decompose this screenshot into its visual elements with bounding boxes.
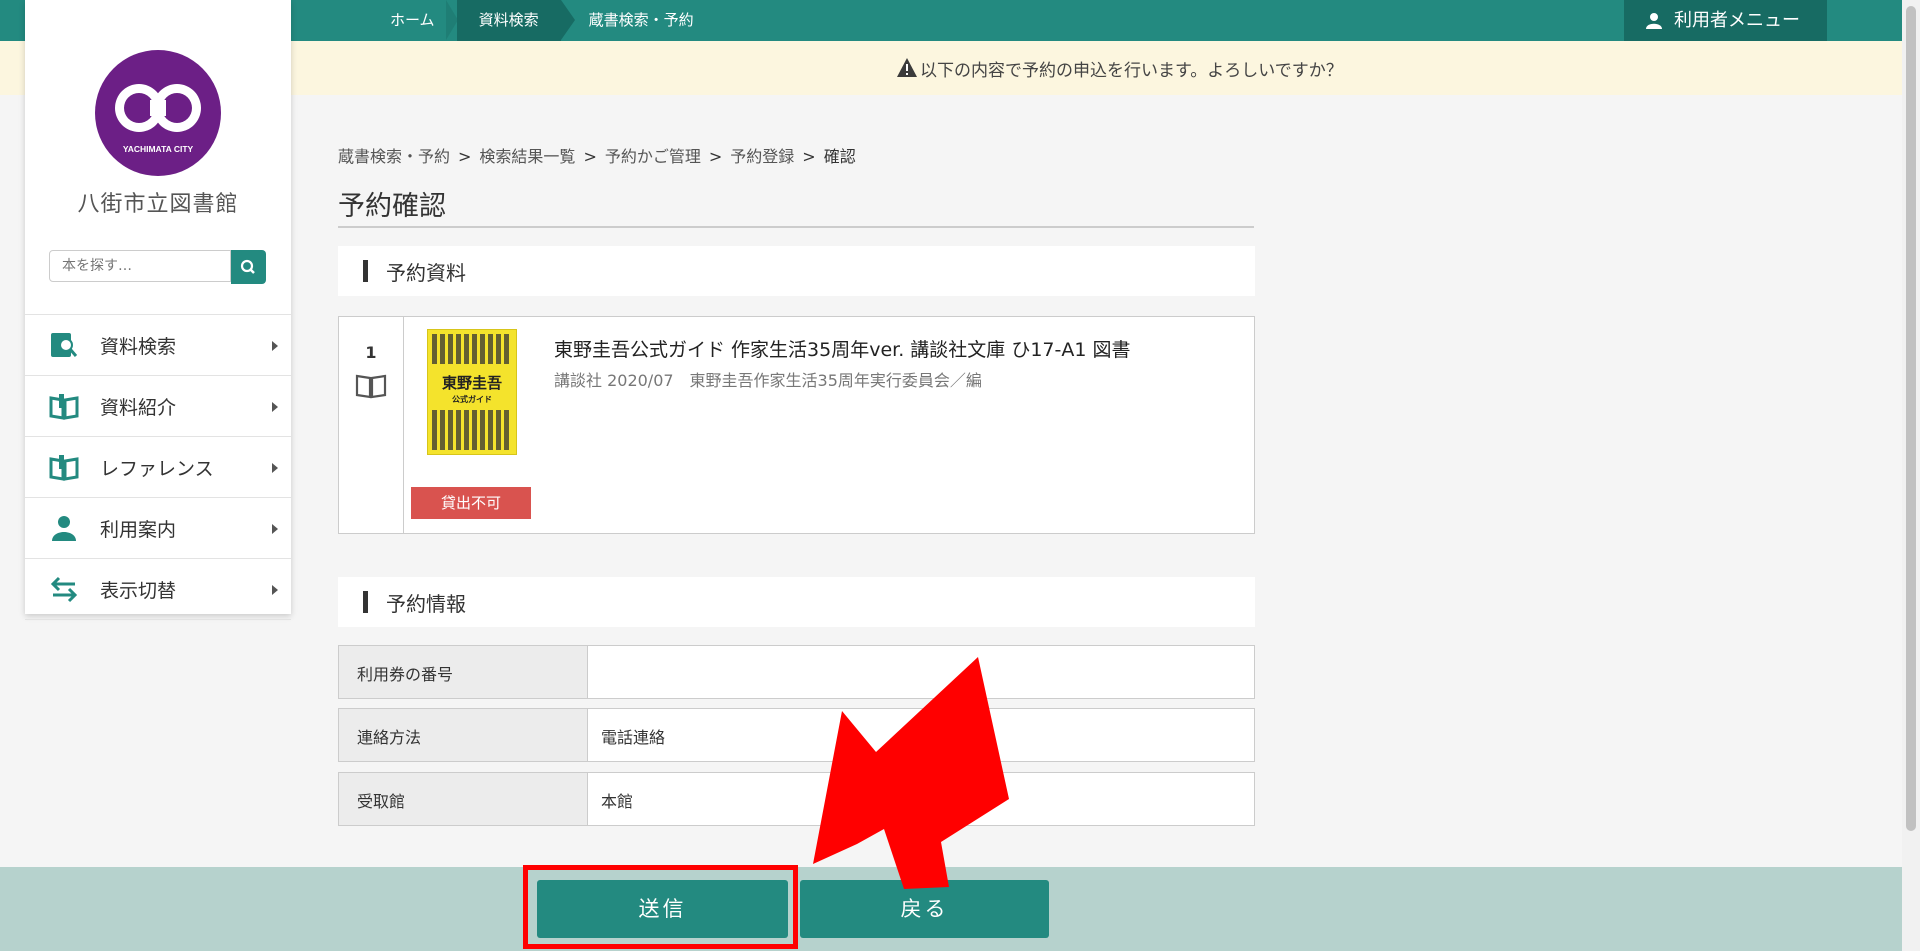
book-search-icon — [51, 333, 78, 357]
book-cover-image[interactable]: 東野圭吾 公式ガイド — [427, 329, 517, 455]
chevron-right-icon — [272, 585, 278, 595]
sidebar-item-label: レファレンス — [100, 458, 214, 480]
back-button[interactable]: 戻る — [800, 880, 1049, 938]
info-label: 受取館 — [357, 792, 406, 811]
top-breadcrumb-nav: ホーム 資料検索 蔵書検索・予約 — [368, 0, 716, 41]
breadcrumb: 蔵書検索・予約 > 検索結果一覧 > 予約かご管理 > 予約登録 > 確認 — [338, 143, 856, 167]
scrollbar-thumb[interactable] — [1906, 6, 1916, 831]
sidebar-item-label: 資料検索 — [100, 336, 177, 358]
highlight-box — [523, 865, 798, 949]
user-menu-label: 利用者メニュー — [1674, 10, 1800, 31]
breadcrumb-item[interactable]: 予約かご管理 — [605, 147, 701, 166]
nav-home[interactable]: ホーム — [368, 0, 458, 41]
info-row-pickup-library: 受取館 本館 — [338, 772, 1255, 826]
sidebar-item-reference[interactable]: レファレンス — [25, 436, 291, 497]
item-number: 1 — [365, 343, 377, 362]
cover-pattern — [432, 410, 512, 450]
page-title: 予約確認 — [338, 191, 446, 222]
sidebar-item-label: 表示切替 — [100, 580, 177, 602]
person-icon — [52, 516, 76, 541]
info-row-card-number: 利用券の番号 — [338, 645, 1255, 699]
section-marker — [363, 260, 368, 282]
open-book-icon — [49, 455, 79, 481]
chevron-right-icon — [272, 341, 278, 351]
cover-subtitle: 公式ガイド — [452, 395, 492, 404]
nav-material-search[interactable]: 資料検索 — [456, 0, 575, 41]
chevron-right-icon — [272, 402, 278, 412]
breadcrumb-item[interactable]: 検索結果一覧 — [479, 147, 575, 166]
city-logo[interactable]: YACHIMATA CITY — [95, 50, 221, 176]
sidebar: YACHIMATA CITY 八街市立図書館 資料検索 資料紹介 — [25, 0, 291, 620]
sidebar-item-material-intro[interactable]: 資料紹介 — [25, 375, 291, 436]
sidebar-item-usage-guide[interactable]: 利用案内 — [25, 497, 291, 558]
warning-text: 以下の内容で予約の申込を行います。よろしいですか？ — [920, 61, 1343, 81]
logo-text: YACHIMATA CITY — [122, 144, 194, 154]
info-row-contact-method: 連絡方法 電話連絡 — [338, 708, 1255, 762]
city-emblem-icon — [115, 84, 201, 132]
warning-icon — [897, 58, 917, 77]
info-label-cell: 受取館 — [339, 773, 588, 825]
sidebar-menu: 資料検索 資料紹介 レファレンス 利用案内 表示切替 — [25, 314, 291, 620]
breadcrumb-item[interactable]: 予約登録 — [730, 147, 794, 166]
swap-arrows-icon — [50, 576, 78, 603]
open-book-icon — [49, 394, 79, 420]
breadcrumb-item[interactable]: 蔵書検索・予約 — [338, 147, 450, 166]
status-badge: 貸出不可 — [411, 487, 531, 519]
sidebar-item-label: 利用案内 — [100, 519, 177, 541]
info-label: 連絡方法 — [357, 728, 422, 747]
reserved-item: 1 東野圭吾 公式ガイド 東野圭吾公式ガイド 作家生活35周年ver. 講談社文… — [338, 316, 1255, 534]
section-marker — [363, 591, 368, 613]
section-title: 予約情報 — [386, 592, 466, 616]
search-button[interactable] — [231, 250, 266, 284]
info-label-cell: 連絡方法 — [339, 709, 588, 761]
title-divider — [338, 226, 1254, 228]
info-value: 本館 — [601, 792, 634, 811]
nav-catalog-search-reserve[interactable]: 蔵書検索・予約 — [561, 0, 716, 41]
section-header-reserved-items: 予約資料 — [338, 246, 1255, 296]
book-search-input[interactable] — [49, 250, 231, 282]
chevron-right-icon — [272, 524, 278, 534]
item-number-column: 1 — [339, 317, 404, 533]
vertical-scrollbar[interactable] — [1902, 0, 1920, 951]
cover-pattern — [432, 334, 512, 364]
sidebar-item-material-search[interactable]: 資料検索 — [25, 314, 291, 375]
book-title[interactable]: 東野圭吾公式ガイド 作家生活35周年ver. 講談社文庫 ひ17-A1 図書 — [554, 335, 1131, 362]
book-icon — [355, 374, 387, 399]
info-value: 電話連絡 — [601, 728, 666, 747]
library-name: 八街市立図書館 — [77, 192, 239, 217]
breadcrumb-separator: > — [802, 147, 816, 166]
user-menu-button[interactable]: 利用者メニュー — [1624, 0, 1827, 41]
cover-title: 東野圭吾 — [441, 374, 502, 392]
info-label: 利用券の番号 — [357, 665, 454, 684]
section-header-reservation-info: 予約情報 — [338, 577, 1255, 627]
breadcrumb-separator: > — [458, 147, 472, 166]
breadcrumb-separator: > — [708, 147, 723, 166]
section-title: 予約資料 — [386, 261, 466, 285]
user-icon — [1646, 13, 1662, 29]
info-label-cell: 利用券の番号 — [339, 646, 588, 698]
breadcrumb-separator: > — [583, 147, 597, 166]
book-metadata: 講談社 2020/07 東野圭吾作家生活35周年実行委員会／編 — [554, 371, 982, 390]
sidebar-item-label: 資料紹介 — [100, 397, 177, 419]
sidebar-item-display-switch[interactable]: 表示切替 — [25, 558, 291, 620]
search-icon — [240, 259, 255, 274]
chevron-right-icon — [272, 463, 278, 473]
breadcrumb-current: 確認 — [823, 147, 856, 166]
